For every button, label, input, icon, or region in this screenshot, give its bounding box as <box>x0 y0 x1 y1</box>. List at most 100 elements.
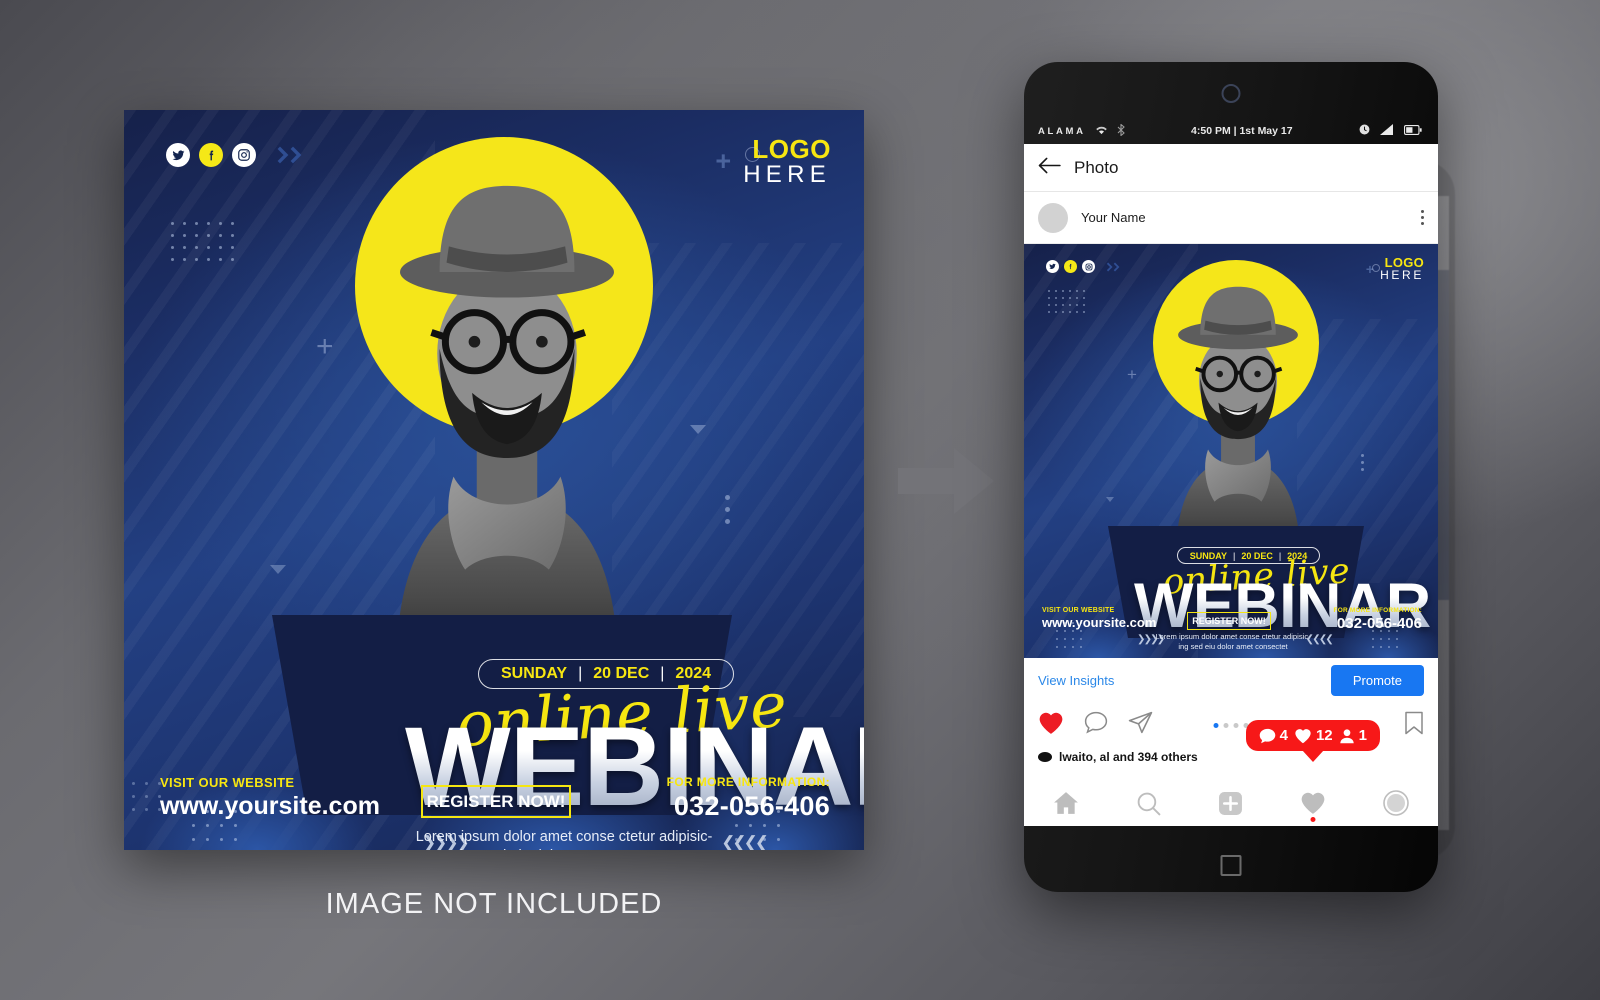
insights-row: View Insights Promote <box>1024 658 1438 702</box>
date-day: SUNDAY <box>500 665 568 682</box>
footer-website: VISIT OUR WEBSITE www.yoursite.com <box>160 775 380 821</box>
image-not-included-caption: IMAGE NOT INCLUDED <box>325 888 663 920</box>
promote-button[interactable]: Promote <box>1330 664 1424 696</box>
twitter-icon[interactable] <box>1046 260 1059 273</box>
logo-secondary-text: HERE <box>743 160 831 188</box>
carousel-dots <box>1213 722 1249 728</box>
ring-decoration <box>1372 264 1380 272</box>
battery-icon <box>1404 124 1422 138</box>
arrows-right-icon: ❮❮❮❮ <box>1305 634 1334 645</box>
badge-follows-count: 1 <box>1358 727 1367 744</box>
speaker-photo <box>396 185 618 665</box>
info-caption: FOR MORE INFORMATION: <box>1333 607 1422 614</box>
vertical-dots-right <box>725 495 730 524</box>
footer-info: FOR MORE INFORMATION: 032-056-406 <box>667 775 830 822</box>
website-caption: VISIT OUR WEBSITE <box>160 775 295 790</box>
footer-website: VISIT OUR WEBSITE www.yoursite.com <box>1042 607 1156 630</box>
poster-phone[interactable]: + LOGO HERE + SUNDAY | 20 DEC | 2024 WEB… <box>1024 244 1438 658</box>
comment-icon[interactable] <box>1084 711 1108 739</box>
badge-comments: 4 <box>1259 727 1288 744</box>
badge-comments-count: 4 <box>1279 727 1288 744</box>
lorem-text: Lorem ipsum dolor amet conse ctetur adip… <box>362 828 766 850</box>
likers-avatar-icon <box>1038 752 1052 762</box>
instagram-icon[interactable] <box>1082 260 1095 273</box>
signal-icon <box>1380 124 1394 138</box>
phone-mockup: ALAMA 4:50 PM | 1st May 17 Photo Your Na… <box>1024 62 1438 892</box>
twitter-icon[interactable] <box>166 143 190 167</box>
home-button[interactable] <box>1220 855 1242 876</box>
lorem-text: Lorem ipsum dolor amet conse ctetur adip… <box>1154 632 1312 652</box>
post-author-row: Your Name <box>1024 192 1438 244</box>
website-value: www.yoursite.com <box>1042 615 1157 630</box>
badge-likes: 12 <box>1294 727 1333 744</box>
profile-icon[interactable] <box>1383 790 1410 816</box>
status-bar: ALAMA 4:50 PM | 1st May 17 <box>1024 118 1438 144</box>
lorem-line-2: ing sed eiu dolor amet consectet <box>1178 642 1288 652</box>
facebook-icon[interactable] <box>1064 260 1077 273</box>
lorem-line-1: Lorem ipsum dolor amet conse ctetur adip… <box>415 829 713 845</box>
logo-secondary-text: HERE <box>1380 268 1424 283</box>
info-value: 032-056-406 <box>1336 615 1422 632</box>
lorem-line-1: Lorem ipsum dolor amet conse ctetur adip… <box>1155 632 1311 641</box>
front-camera-icon <box>1221 84 1241 103</box>
social-icons-row <box>1046 260 1124 273</box>
notification-dot <box>1310 817 1316 822</box>
avatar[interactable] <box>1038 202 1068 233</box>
bottom-nav-bar <box>1024 780 1438 826</box>
badge-follows: 1 <box>1339 727 1367 744</box>
social-icons-row <box>166 143 310 167</box>
triangle-decoration-left <box>270 565 286 574</box>
website-value: www.yoursite.com <box>160 792 380 820</box>
app-bar-title: Photo <box>1074 157 1119 177</box>
canvas: + LOGO HERE + SUNDAY | 20 DEC | 2024 WEB… <box>0 0 1600 1000</box>
likes-row: lwaito, al and 394 others <box>1024 748 1438 764</box>
website-caption: VISIT OUR WEBSITE <box>1042 607 1115 614</box>
dot-grid-top-left <box>1048 290 1085 313</box>
dot-grid-top-left <box>171 222 234 261</box>
add-icon[interactable] <box>1218 791 1243 816</box>
share-icon[interactable] <box>1128 711 1153 739</box>
transform-arrow-icon <box>898 448 994 514</box>
info-caption: FOR MORE INFORMATION: <box>666 775 830 789</box>
likes-text: lwaito, al and 394 others <box>1059 750 1198 764</box>
back-arrow-icon[interactable] <box>1038 157 1061 179</box>
footer-info: FOR MORE INFORMATION: 032-056-406 <box>1334 607 1422 632</box>
carrier-label: ALAMA <box>1038 125 1086 137</box>
badge-likes-count: 12 <box>1315 727 1333 744</box>
clock-icon <box>1359 124 1370 138</box>
poster-main: + LOGO HERE + SUNDAY | 20 DEC | 2024 WEB… <box>124 110 864 850</box>
author-name: Your Name <box>1081 210 1146 225</box>
post-actions-row: 4 12 1 <box>1024 702 1438 762</box>
register-now-button[interactable]: REGISTER NOW! <box>421 785 571 818</box>
instagram-icon[interactable] <box>232 143 256 167</box>
app-bar: Photo <box>1024 144 1438 192</box>
info-value: 032-056-406 <box>673 791 830 821</box>
heart-filled-icon[interactable] <box>1038 711 1064 740</box>
heart-icon[interactable] <box>1300 791 1326 822</box>
logo-primary-text: LOGO <box>1384 255 1424 270</box>
bluetooth-icon <box>1117 122 1125 139</box>
facebook-icon[interactable] <box>199 143 223 167</box>
logo-block: + LOGO HERE <box>715 136 831 187</box>
view-insights-link[interactable]: View Insights <box>1038 673 1114 688</box>
ring-decoration <box>745 147 760 162</box>
chevron-double-right-icon <box>1106 262 1124 272</box>
speaker-photo <box>1176 286 1300 555</box>
badge-tail <box>1301 750 1324 762</box>
triangle-decoration-left <box>1106 497 1114 502</box>
plus-icon: + <box>715 145 732 176</box>
arrows-right-icon: ❮❮❮❮ <box>721 833 769 850</box>
vertical-dots-right <box>1361 454 1364 471</box>
search-icon[interactable] <box>1136 791 1161 816</box>
register-now-button[interactable]: REGISTER NOW! <box>1187 612 1271 630</box>
kebab-menu-icon[interactable] <box>1421 210 1424 225</box>
dot-grid-edge-left <box>132 782 161 811</box>
status-time: 4:50 PM | 1st May 17 <box>1191 125 1293 137</box>
lorem-line-2: ing sed eiu dolor amet consectet <box>362 847 766 850</box>
wifi-icon <box>1095 124 1108 138</box>
home-icon[interactable] <box>1053 791 1079 815</box>
bookmark-icon[interactable] <box>1404 711 1424 740</box>
chevron-double-right-icon <box>276 146 310 164</box>
phone-screen: Photo Your Name + LOGO HERE + SUNDAY | 2… <box>1024 144 1438 826</box>
engagement-badge: 4 12 1 <box>1245 720 1380 762</box>
